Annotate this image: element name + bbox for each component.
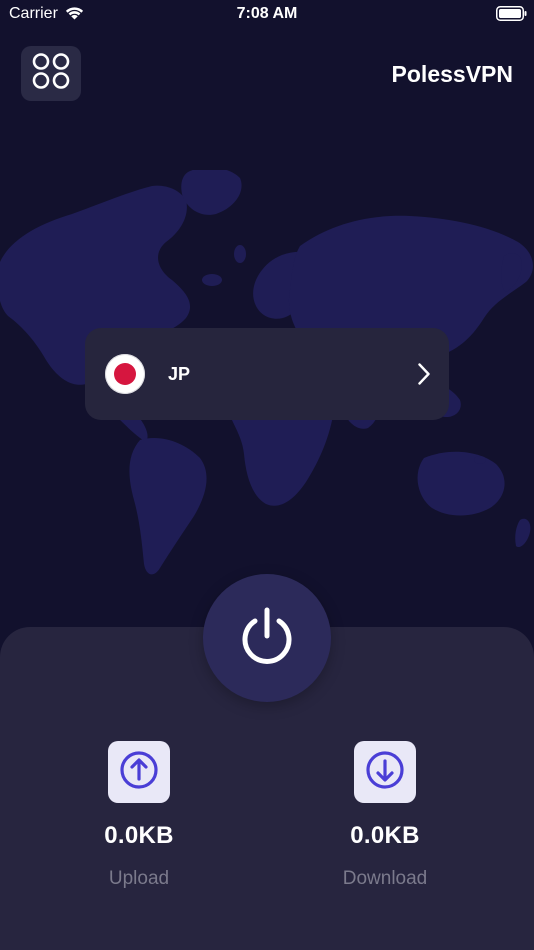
upload-icon-box <box>108 741 170 803</box>
download-value: 0.0KB <box>350 822 420 849</box>
upload-stat: 0.0KB Upload <box>49 741 229 890</box>
server-selector[interactable]: JP <box>85 328 449 420</box>
app-screen: Carrier 7:08 AM PolessVPN JP 0.0KB Uploa… <box>0 0 534 950</box>
chevron-right-icon <box>417 362 431 391</box>
app-title: PolessVPN <box>391 61 513 87</box>
download-stat: 0.0KB Download <box>295 741 475 890</box>
battery-icon <box>496 6 527 26</box>
connect-power-button[interactable] <box>203 574 331 702</box>
flag-sun-disc <box>114 363 136 385</box>
upload-label: Upload <box>108 868 170 889</box>
grid-icon <box>31 52 71 95</box>
menu-button[interactable] <box>21 46 81 101</box>
download-icon-box <box>354 741 416 803</box>
power-icon <box>237 606 297 671</box>
status-bar: Carrier 7:08 AM <box>0 0 534 28</box>
arrow-down-circle-icon <box>365 750 405 795</box>
download-label: Download <box>342 868 428 889</box>
japan-flag-icon <box>105 354 145 394</box>
upload-value: 0.0KB <box>104 822 174 849</box>
arrow-up-circle-icon <box>119 750 159 795</box>
clock: 7:08 AM <box>236 5 298 22</box>
server-country-code: JP <box>168 364 191 384</box>
